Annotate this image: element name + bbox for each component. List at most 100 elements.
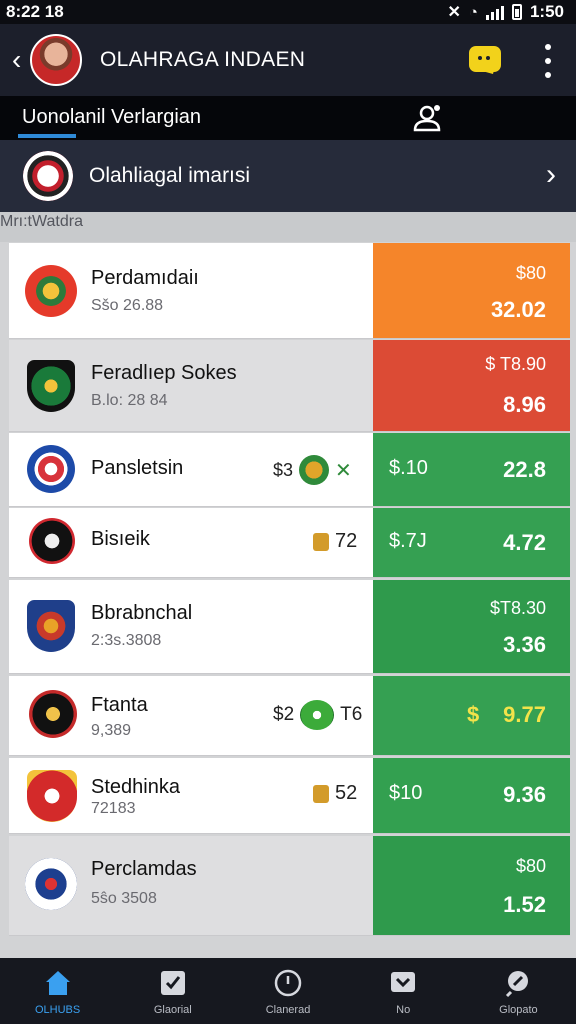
team-crest-icon [27, 600, 75, 652]
tab-bar: Uonolanil Verlargian [0, 96, 576, 140]
league-title: Olahliagal imarısi [89, 164, 251, 187]
odds-badge: 72 [313, 530, 357, 553]
price-left: $.7J [389, 530, 427, 552]
price-cell[interactable]: $80 1.52 [373, 836, 570, 935]
price-value: 8.96 [503, 392, 546, 417]
section-label: Mrı:tWatdra [0, 213, 83, 230]
league-row[interactable]: Olahliagal imarısi › [0, 140, 576, 212]
team-row[interactable]: Pansletsin $3 ✕ $.10 22.8 [9, 433, 570, 507]
odds-badge: $2 T6 [273, 700, 362, 730]
nav-item-journal[interactable]: Glaorial [115, 958, 230, 1024]
team-name: Feradlıep Sokes [91, 362, 237, 384]
price-left: $10 [389, 782, 423, 804]
status-bar: 8:22 18 ✕ ◔ 1:50 [0, 0, 576, 24]
team-row[interactable]: Perclamdas 5ŝo 3508 $80 1.52 [9, 836, 570, 936]
team-subtitle: B.lo: 28 84 [91, 392, 168, 409]
tab-indicator [18, 134, 76, 138]
odds-badge: $3 ✕ [273, 455, 352, 485]
odds-label: $2 [273, 704, 295, 725]
team-subtitle: Sšo 26.88 [91, 297, 164, 314]
price-top: $80 [515, 263, 546, 283]
nav-label: Clanerad [265, 1004, 311, 1016]
team-crest-icon [25, 265, 77, 317]
status-icons: ✕ ◔ 1:50 [448, 2, 565, 22]
bottom-nav: OLHUBS Glaorial Clanerad No Glopato [0, 958, 576, 1024]
nav-item-search[interactable]: Glopato [461, 958, 576, 1024]
price-top: $ T8.90 [485, 354, 546, 374]
chat-icon[interactable] [469, 46, 501, 72]
nav-item-home[interactable]: OLHUBS [0, 958, 115, 1024]
frog-icon [300, 700, 335, 730]
team-name: Stedhinka [91, 776, 180, 798]
section-header: Mrı:tWatdra [0, 212, 576, 242]
search-icon [506, 971, 529, 998]
home-icon [45, 971, 70, 995]
price-cell[interactable]: $10 9.36 [373, 758, 570, 833]
nav-label: No [396, 1004, 411, 1016]
tools-icon: ✕ [335, 459, 352, 482]
price-value: 32.02 [490, 297, 546, 322]
price-cell[interactable]: $ T8.90 8.96 [373, 340, 570, 431]
team-crest-icon [29, 518, 75, 564]
profile-icon[interactable] [410, 102, 444, 134]
battery-icon [511, 4, 522, 20]
gift-icon [313, 784, 329, 803]
tab-main[interactable]: Uonolanil Verlargian [22, 106, 201, 129]
team-name: Bbrabnchal [91, 602, 193, 624]
more-icon[interactable] [540, 44, 556, 78]
team-crest-icon [29, 690, 77, 738]
app-title: OLAHRAGA INDAEN [100, 48, 306, 71]
odds-value: T6 [340, 704, 363, 725]
team-crest-icon [27, 445, 75, 493]
team-subtitle: 72183 [91, 800, 136, 817]
clock-icon [274, 969, 302, 997]
odds-badge: 52 [313, 782, 357, 805]
chevron-right-icon: › [546, 158, 556, 191]
price-cell[interactable]: $80 32.02 [373, 243, 570, 338]
price-cell[interactable]: $.7J 4.72 [373, 508, 570, 577]
league-logo [23, 151, 73, 201]
team-name: Perclamdas [91, 858, 197, 880]
price-top: $80 [515, 856, 546, 876]
team-row[interactable]: Stedhinka 72183 52 $10 9.36 [9, 758, 570, 834]
price-cell[interactable]: $ 9.77 [373, 676, 570, 755]
app-bar: ‹ OLAHRAGA INDAEN [0, 24, 576, 96]
team-name: Ftanta [91, 694, 148, 716]
price-value: 1.52 [503, 892, 546, 917]
nav-label: Glaorial [153, 1004, 192, 1016]
odds-label: $3 [273, 459, 294, 480]
nav-label: Glopato [499, 1004, 538, 1016]
team-crest-icon [27, 770, 77, 822]
price-value: 9.77 [503, 702, 546, 727]
price-value: 4.72 [503, 530, 546, 555]
price-top: $T8.30 [489, 598, 546, 618]
price-cell[interactable]: $.10 22.8 [373, 433, 570, 506]
chevron-box-icon [391, 972, 416, 992]
clipboard-icon [160, 971, 185, 995]
price-left: $.10 [389, 457, 428, 479]
team-subtitle: 2:3s.3808 [91, 632, 162, 649]
team-subtitle: 5ŝo 3508 [91, 890, 157, 907]
team-row[interactable]: Bbrabnchal 2:3s.3808 $T8.30 3.36 [9, 580, 570, 674]
coin-icon [299, 455, 330, 485]
avatar[interactable] [30, 34, 82, 86]
price-value: 3.36 [503, 632, 546, 657]
price-cell[interactable]: $T8.30 3.36 [373, 580, 570, 673]
nav-item-calendar[interactable]: Clanerad [230, 958, 345, 1024]
odds-label: 52 [335, 782, 358, 804]
team-row[interactable]: Ftanta 9,389 $2 T6 $ 9.77 [9, 676, 570, 756]
gift-icon [313, 532, 329, 551]
team-row[interactable]: Perdamıdaiı Sšo 26.88 $80 32.02 [9, 243, 570, 339]
price-left: $ [467, 702, 480, 727]
price-value: 9.36 [503, 782, 546, 807]
team-subtitle: 9,389 [91, 722, 132, 739]
price-value: 22.8 [503, 457, 546, 482]
team-name: Pansletsin [91, 457, 184, 479]
nav-label: OLHUBS [34, 1004, 81, 1016]
nav-item-no[interactable]: No [346, 958, 461, 1024]
team-name: Perdamıdaiı [91, 267, 199, 289]
team-row[interactable]: Feradlıep Sokes B.lo: 28 84 $ T8.90 8.96 [9, 340, 570, 432]
team-crest-icon [25, 858, 77, 910]
team-crest-icon [27, 360, 75, 412]
team-row[interactable]: Bisıeik 72 $.7J 4.72 [9, 508, 570, 578]
